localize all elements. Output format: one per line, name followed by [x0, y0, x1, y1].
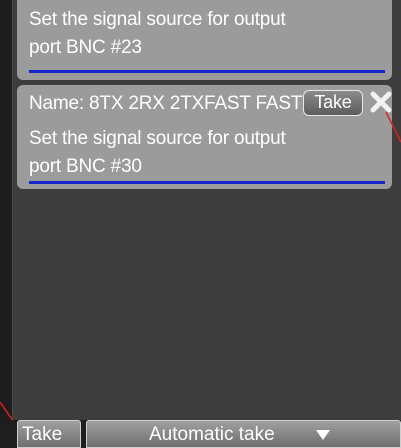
- automatic-take-dropdown[interactable]: Automatic take: [86, 420, 401, 448]
- queue-item[interactable]: Set the signal source for output port BN…: [17, 0, 392, 80]
- bottom-toolbar: Take Automatic take: [0, 420, 401, 448]
- take-button[interactable]: Take: [17, 420, 81, 448]
- item-description-line1: Set the signal source for output: [29, 9, 286, 30]
- close-icon[interactable]: [367, 88, 395, 116]
- automatic-take-label: Automatic take: [149, 424, 275, 445]
- left-edge: [0, 0, 13, 420]
- item-take-button[interactable]: Take: [303, 90, 363, 116]
- queue-item-selected[interactable]: Name: 8TX 2RX 2TXFAST FAST Take Set the …: [17, 85, 392, 189]
- item-name: Name: 8TX 2RX 2TXFAST FAST: [29, 93, 303, 114]
- caret-down-icon: [316, 430, 330, 440]
- item-description-line2: port BNC #23: [29, 37, 142, 58]
- item-description-line1: Set the signal source for output: [29, 128, 286, 149]
- item-underline: [29, 70, 385, 73]
- item-description-line2: port BNC #30: [29, 156, 142, 177]
- item-underline: [29, 181, 385, 184]
